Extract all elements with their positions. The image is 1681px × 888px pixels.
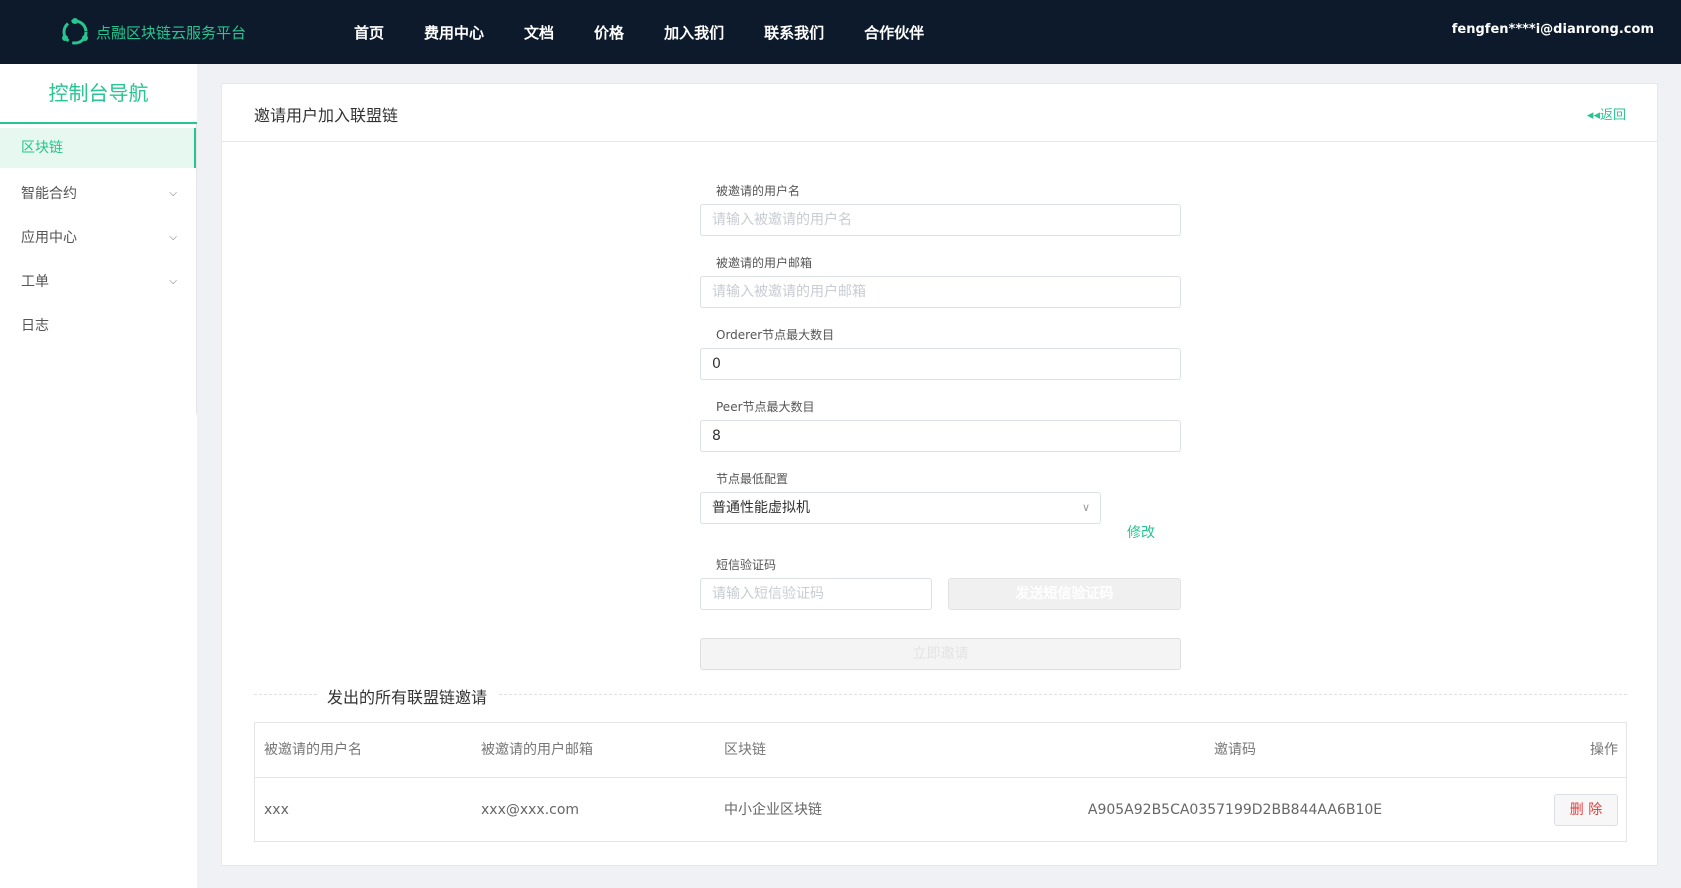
brand-logo[interactable]: 点融区块链云服务平台 — [60, 17, 246, 47]
invitations-table: 被邀请的用户名 被邀请的用户邮箱 区块链 邀请码 操作 xxx xxx@xxx.… — [254, 722, 1627, 842]
sms-label: 短信验证码 — [716, 558, 777, 572]
section-title: 发出的所有联盟链邀请 — [317, 684, 498, 708]
sidebar-item-label: 应用中心 — [21, 230, 77, 246]
delete-button[interactable]: 删 除 — [1554, 794, 1618, 826]
config-label: 节点最低配置 — [716, 472, 789, 486]
peer-label: Peer节点最大数目 — [716, 400, 815, 414]
config-field-group: 节点最低配置 普通性能虚拟机 ∨ — [700, 472, 1181, 524]
orderer-label: Orderer节点最大数目 — [716, 328, 835, 342]
chevron-down-icon: ⌵ — [169, 188, 177, 199]
email-label: 被邀请的用户邮箱 — [716, 256, 813, 270]
user-email[interactable]: fengfen****i@dianrong.com — [1452, 22, 1654, 37]
top-navbar: 点融区块链云服务平台 首页 费用中心 文档 价格 加入我们 联系我们 合作伙伴 … — [0, 0, 1681, 64]
chevron-down-icon: ∨ — [1081, 501, 1090, 514]
back-link[interactable]: ◂◂返回 — [1587, 104, 1626, 123]
sidebar-item-label: 区块链 — [21, 140, 63, 156]
column-header-chain: 区块链 — [724, 742, 766, 758]
sidebar-divider — [196, 124, 197, 414]
sidebar-item-smart-contract[interactable]: 智能合约 ⌵ — [0, 172, 197, 216]
back-label: 返回 — [1599, 108, 1626, 123]
nav-home[interactable]: 首页 — [354, 22, 384, 43]
nav-partners[interactable]: 合作伙伴 — [864, 22, 924, 43]
orderer-max-input[interactable] — [700, 348, 1181, 380]
sms-code-input[interactable] — [700, 578, 932, 610]
email-field-group: 被邀请的用户邮箱 — [700, 256, 1181, 308]
cell-chain: 中小企业区块链 — [724, 802, 822, 818]
column-header-email: 被邀请的用户邮箱 — [481, 742, 593, 758]
cell-username: xxx — [264, 802, 289, 818]
sidebar-title: 控制台导航 — [0, 64, 197, 124]
logo-icon — [62, 18, 88, 45]
username-input[interactable] — [700, 204, 1181, 236]
sidebar: 控制台导航 区块链 智能合约 ⌵ 应用中心 ⌵ 工单 ⌵ 日志 — [0, 64, 197, 888]
peer-field-group: Peer节点最大数目 — [700, 400, 1181, 452]
nav-docs[interactable]: 文档 — [524, 22, 554, 43]
brand-name: 点融区块链云服务平台 — [96, 23, 247, 42]
column-header-code: 邀请码 — [1214, 742, 1256, 758]
orderer-field-group: Orderer节点最大数目 — [700, 328, 1181, 380]
card-header: 邀请用户加入联盟链 ◂◂返回 — [222, 84, 1657, 142]
sidebar-item-logs[interactable]: 日志 — [0, 304, 197, 348]
sms-field-group: 短信验证码 发送短信验证码 — [700, 558, 1181, 610]
invite-form: 被邀请的用户名 被邀请的用户邮箱 Orderer节点最大数目 Peer节点最大数… — [700, 184, 1181, 670]
column-header-action: 操作 — [1590, 742, 1618, 758]
sidebar-item-label: 日志 — [21, 318, 49, 334]
double-arrow-left-icon: ◂◂ — [1586, 108, 1600, 123]
table-row: xxx xxx@xxx.com 中小企业区块链 A905A92B5CA03571… — [255, 778, 1626, 842]
cell-email: xxx@xxx.com — [481, 802, 580, 818]
send-sms-button[interactable]: 发送短信验证码 — [948, 578, 1181, 610]
sidebar-item-app-center[interactable]: 应用中心 ⌵ — [0, 216, 197, 260]
main-card: 邀请用户加入联盟链 ◂◂返回 被邀请的用户名 被邀请的用户邮箱 Orderer节… — [221, 83, 1658, 866]
config-select-value: 普通性能虚拟机 — [712, 500, 810, 516]
nav-contact[interactable]: 联系我们 — [764, 22, 824, 43]
config-select[interactable]: 普通性能虚拟机 ∨ — [700, 492, 1101, 524]
column-header-username: 被邀请的用户名 — [264, 742, 362, 758]
modify-link[interactable]: 修改 — [1127, 522, 1155, 542]
main-nav: 首页 费用中心 文档 价格 加入我们 联系我们 合作伙伴 — [354, 0, 964, 64]
sidebar-menu: 区块链 智能合约 ⌵ 应用中心 ⌵ 工单 ⌵ 日志 — [0, 128, 197, 348]
invite-button[interactable]: 立即邀请 — [700, 638, 1181, 670]
sidebar-item-tickets[interactable]: 工单 ⌵ — [0, 260, 197, 304]
nav-pricing[interactable]: 价格 — [594, 22, 624, 43]
nav-billing[interactable]: 费用中心 — [424, 22, 484, 43]
nav-join-us[interactable]: 加入我们 — [664, 22, 724, 43]
sidebar-item-label: 工单 — [21, 274, 49, 290]
table-header-row: 被邀请的用户名 被邀请的用户邮箱 区块链 邀请码 操作 — [255, 723, 1626, 778]
username-field-group: 被邀请的用户名 — [700, 184, 1181, 236]
page-title: 邀请用户加入联盟链 — [254, 106, 399, 125]
sidebar-item-blockchain[interactable]: 区块链 — [0, 128, 197, 168]
email-input[interactable] — [700, 276, 1181, 308]
cell-invite-code: A905A92B5CA0357199D2BB844AA6B10E — [1087, 802, 1383, 818]
peer-max-input[interactable] — [700, 420, 1181, 452]
chevron-down-icon: ⌵ — [169, 276, 177, 287]
chevron-down-icon: ⌵ — [169, 232, 177, 243]
username-label: 被邀请的用户名 — [716, 184, 801, 198]
sidebar-item-label: 智能合约 — [21, 186, 77, 202]
sms-row: 发送短信验证码 — [700, 578, 1181, 610]
